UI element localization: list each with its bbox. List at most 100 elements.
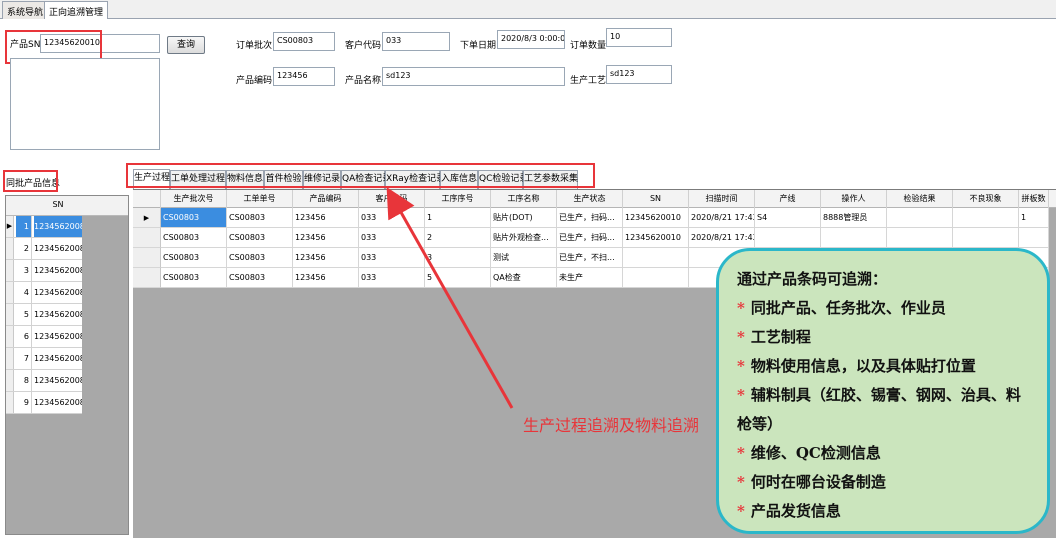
row-number: 4 [16, 282, 32, 303]
note-title: 通过产品条码可追溯： [737, 270, 888, 288]
grid-cell[interactable]: CS00803 [227, 228, 293, 248]
same-batch-row[interactable]: 612345620086 [6, 326, 82, 348]
grid-cell[interactable]: 已生产，扫码... [557, 208, 623, 228]
grid-cell[interactable]: 已生产，扫码... [557, 228, 623, 248]
grid-column-header[interactable]: 工单单号 [227, 190, 293, 208]
note-item-text: 产品发货信息 [750, 502, 841, 520]
same-batch-row[interactable]: ▶112345620081 [6, 216, 82, 238]
grid-cell[interactable] [623, 248, 689, 268]
same-batch-row[interactable]: 412345620084 [6, 282, 82, 304]
grid-cell[interactable]: 1 [1019, 208, 1049, 228]
grid-cell[interactable]: 123456 [293, 208, 359, 228]
grid-cell[interactable]: 033 [359, 228, 425, 248]
row-number: 6 [16, 326, 32, 347]
row-sn: 12345620088 [34, 376, 82, 385]
grid-cell[interactable]: 1 [425, 208, 491, 228]
grid-cell[interactable]: CS00803 [161, 208, 227, 228]
row-indicator: ▶ [133, 208, 161, 228]
grid-cell[interactable]: 033 [359, 248, 425, 268]
product-code-input[interactable]: 123456 [273, 67, 335, 86]
grid-column-header[interactable]: 拼板数 [1019, 190, 1049, 208]
same-batch-row[interactable]: 912345620089 [6, 392, 82, 414]
same-batch-row[interactable]: 212345620082 [6, 238, 82, 260]
grid-cell[interactable]: 已生产，不扫... [557, 248, 623, 268]
grid-cell[interactable]: 测试 [491, 248, 557, 268]
grid-cell[interactable]: 033 [359, 268, 425, 288]
customer-code-input[interactable]: 033 [382, 32, 450, 51]
grid-cell[interactable]: 123456 [293, 228, 359, 248]
grid-cell[interactable]: CS00803 [161, 228, 227, 248]
process-input[interactable]: sd123 [606, 65, 672, 84]
row-indicator [133, 228, 161, 248]
tab-system-navigation[interactable]: 系统导航 [2, 1, 49, 19]
query-button[interactable]: 查询 [167, 36, 205, 54]
grid-cell[interactable]: 3 [425, 248, 491, 268]
grid-column-header[interactable]: 工序序号 [425, 190, 491, 208]
grid-row[interactable]: ▶ CS00803 CS00803 123456 033 1 贴片(DOT) 已生产，扫码..… [133, 208, 1056, 228]
grid-cell[interactable]: 2020/8/21 17:43 [689, 208, 755, 228]
grid-cell[interactable] [887, 208, 953, 228]
same-batch-row[interactable]: 512345620085 [6, 304, 82, 326]
note-star: * [737, 357, 745, 375]
grid-cell[interactable] [953, 208, 1019, 228]
grid-cell[interactable]: 123456 [293, 248, 359, 268]
row-sn: 12345620087 [34, 354, 82, 363]
grid-column-header[interactable]: 产品编码 [293, 190, 359, 208]
grid-column-header[interactable]: SN [623, 190, 689, 208]
note-item: * 产品发货信息 [737, 497, 1033, 526]
grid-cell[interactable]: 12345620010 [623, 228, 689, 248]
sn-memo-box[interactable] [10, 58, 160, 150]
grid-cell[interactable]: 5 [425, 268, 491, 288]
grid-cell[interactable] [887, 228, 953, 248]
note-item-text: 辅料制具（红胶、锡膏、钢网、治具、料枪等） [737, 386, 1021, 433]
grid-column-header[interactable]: 操作人 [821, 190, 887, 208]
grid-cell[interactable] [821, 228, 887, 248]
grid-cell[interactable]: 贴片外观检查... [491, 228, 557, 248]
grid-cell[interactable]: 2 [425, 228, 491, 248]
grid-cell[interactable] [623, 268, 689, 288]
grid-cell[interactable]: 未生产 [557, 268, 623, 288]
tabs-highlight [126, 163, 595, 188]
note-item: * 辅料制具（红胶、锡膏、钢网、治具、料枪等） [737, 381, 1033, 439]
grid-row[interactable]: CS00803 CS00803 123456 033 2 贴片外观检查... 已生产，扫码.… [133, 228, 1056, 248]
grid-column-header[interactable]: 工序名称 [491, 190, 557, 208]
sn-column-header[interactable]: SN [34, 200, 82, 209]
grid-cell[interactable] [1019, 228, 1049, 248]
grid-column-header[interactable]: 扫描时间 [689, 190, 755, 208]
product-name-input[interactable]: sd123 [382, 67, 565, 86]
tab-forward-trace[interactable]: 正向追溯管理 [44, 1, 109, 20]
grid-column-header[interactable]: 检验结果 [887, 190, 953, 208]
grid-cell[interactable]: 033 [359, 208, 425, 228]
order-batch-input[interactable]: CS00803 [273, 32, 335, 51]
grid-cell[interactable]: 123456 [293, 268, 359, 288]
order-date-input[interactable]: 2020/8/3 0:00:00 [497, 30, 565, 49]
row-number: 5 [16, 304, 32, 325]
grid-column-header[interactable]: 生产状态 [557, 190, 623, 208]
grid-cell[interactable]: 8888管理员 [821, 208, 887, 228]
grid-cell[interactable]: CS00803 [161, 268, 227, 288]
note-item: * 何时在哪台设备制造 [737, 468, 1033, 497]
grid-column-header[interactable]: 生产批次号 [161, 190, 227, 208]
grid-cell[interactable]: QA检查 [491, 268, 557, 288]
order-qty-input[interactable]: 10 [606, 28, 672, 47]
grid-cell[interactable]: CS00803 [227, 248, 293, 268]
grid-cell[interactable]: CS00803 [161, 248, 227, 268]
row-indicator [133, 268, 161, 288]
grid-cell[interactable]: CS00803 [227, 208, 293, 228]
grid-cell[interactable] [953, 228, 1019, 248]
grid-cell[interactable]: CS00803 [227, 268, 293, 288]
grid-cell[interactable]: S4 [755, 208, 821, 228]
note-item: * 工艺制程 [737, 323, 1033, 352]
grid-column-header[interactable]: 产线 [755, 190, 821, 208]
grid-column-header[interactable]: 不良现象 [953, 190, 1019, 208]
grid-cell[interactable]: 贴片(DOT) [491, 208, 557, 228]
row-number: 8 [16, 370, 32, 391]
same-batch-row[interactable]: 712345620087 [6, 348, 82, 370]
same-batch-row[interactable]: 812345620088 [6, 370, 82, 392]
grid-column-header[interactable]: 客户代码 [359, 190, 425, 208]
grid-cell[interactable]: 12345620010 [623, 208, 689, 228]
grid-cell[interactable]: 2020/8/21 17:43 [689, 228, 755, 248]
same-batch-row[interactable]: 312345620083 [6, 260, 82, 282]
grid-corner [133, 190, 161, 208]
grid-cell[interactable] [755, 228, 821, 248]
